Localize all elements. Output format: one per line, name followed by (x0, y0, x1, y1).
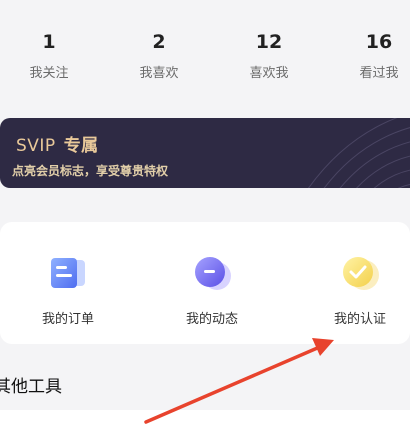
stat-count: 12 (255, 31, 283, 53)
stat-label: 看过我 (359, 66, 399, 81)
tool-my-orders[interactable]: 我的订单 (18, 250, 118, 328)
other-tools-card (0, 410, 410, 427)
stat-visitors[interactable]: 16 看过我 (339, 30, 410, 82)
stat-label: 我喜欢 (139, 66, 179, 81)
tool-label: 我的订单 (41, 312, 94, 327)
svip-title-suffix: 专属 (63, 136, 99, 156)
tool-my-moments[interactable]: 我的动态 (162, 250, 262, 328)
svip-title: SVIP 专属 (16, 131, 99, 156)
wave-lines-decoration (308, 118, 410, 188)
stat-label: 我关注 (29, 66, 69, 81)
svip-title-text: SVIP (16, 136, 56, 156)
other-tools-heading: 其他工具 (0, 377, 62, 397)
moments-icon (195, 257, 231, 290)
stat-count: 1 (42, 31, 56, 53)
verify-icon (343, 257, 379, 290)
stat-count: 16 (365, 31, 393, 53)
stat-liked[interactable]: 2 我喜欢 (119, 30, 199, 82)
order-icon (51, 258, 85, 288)
stat-likes-me[interactable]: 12 喜欢我 (229, 30, 309, 82)
stat-following[interactable]: 1 我关注 (9, 30, 89, 82)
svip-banner[interactable]: SVIP 专属 点亮会员标志，享受尊贵特权 (0, 118, 410, 188)
tools-card: 我的订单 我的动态 我的认证 (0, 222, 410, 344)
stat-label: 喜欢我 (249, 66, 289, 81)
stats-row: 1 我关注 2 我喜欢 12 喜欢我 16 看过我 (0, 0, 410, 110)
svip-subtitle: 点亮会员标志，享受尊贵特权 (12, 164, 169, 178)
stat-count: 2 (152, 31, 166, 53)
tool-label: 我的动态 (185, 312, 238, 327)
tool-label: 我的认证 (333, 312, 386, 327)
tool-my-verification[interactable]: 我的认证 (310, 250, 410, 328)
